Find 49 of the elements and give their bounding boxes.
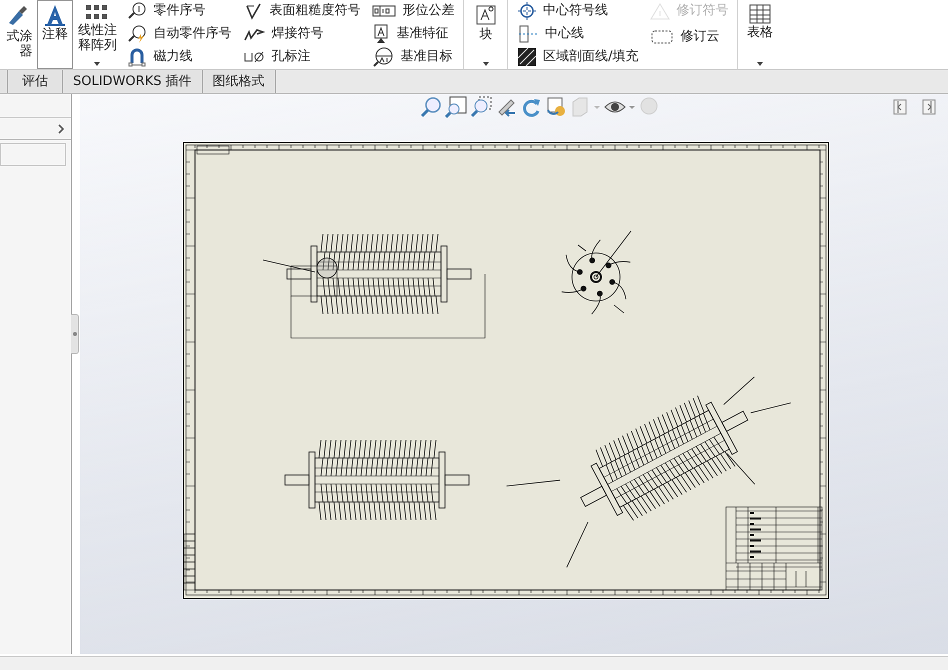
centerline-icon (517, 24, 540, 44)
table-icon (748, 3, 772, 25)
zoom-to-fit-icon[interactable] (420, 96, 442, 118)
zoom-area-icon[interactable] (445, 96, 467, 118)
warning-triangle-icon (650, 2, 670, 20)
ribbon-tool-button[interactable]: 区域剖面线/填充 (517, 46, 638, 68)
ribbon-tab[interactable]: 评估 (8, 70, 63, 93)
letter-a-icon (42, 3, 67, 27)
auto-balloon-icon (127, 25, 148, 43)
ribbon-button[interactable]: 线性注释阵列 (73, 0, 122, 69)
input-field[interactable] (0, 143, 66, 166)
weld-symbol-icon (243, 26, 266, 42)
datum-target-icon (372, 47, 394, 67)
ribbon-button[interactable]: 块 (467, 0, 504, 69)
ribbon-tool-button[interactable]: 表面粗糙度符号 (243, 0, 360, 22)
panel-collapse-handle[interactable] (71, 314, 79, 354)
ribbon-tool-button[interactable]: 形位公差 (372, 0, 454, 22)
zoom-selection-icon[interactable] (470, 96, 492, 118)
ribbon-tool-button[interactable]: 零件序号 (127, 0, 232, 22)
ribbon-button[interactable]: 式涂 器 (0, 0, 37, 69)
panel-left-icon[interactable] (893, 99, 907, 115)
ribbon-tool-button[interactable]: 修订云 (650, 26, 728, 48)
ribbon-tool-button[interactable]: 基准特征 (372, 23, 454, 45)
ribbon-tool-button[interactable]: 基准目标 (372, 46, 454, 68)
hole-callout-icon (243, 50, 266, 64)
ribbon-tab[interactable]: 图纸格式 (202, 70, 276, 93)
caret-icon[interactable] (756, 62, 763, 66)
hatch-icon (517, 47, 538, 67)
ribbon-button[interactable]: 表格 (741, 0, 778, 69)
update-view-icon[interactable] (545, 96, 567, 118)
ribbon-tool-button[interactable]: 孔标注 (243, 46, 360, 68)
rotate-icon[interactable] (520, 96, 542, 118)
block-icon (474, 3, 497, 27)
ribbon-tool-button[interactable]: 自动零件序号 (127, 23, 232, 45)
ribbon-tab[interactable]: SOLIDWORKS 插件 (63, 70, 203, 93)
panel-right-icon[interactable] (922, 99, 936, 115)
center-mark-icon (517, 1, 538, 21)
magnet-icon (127, 47, 148, 67)
datum-feature-icon (372, 24, 390, 44)
ribbon-tool-button[interactable]: 中心符号线 (517, 0, 638, 22)
caret-icon[interactable] (94, 62, 100, 66)
caret-icon[interactable] (482, 62, 489, 66)
tolerance-frame-icon (372, 4, 396, 18)
ribbon-tool-button[interactable]: 中心线 (517, 23, 638, 45)
chevron-right-icon[interactable] (58, 124, 64, 134)
revision-cloud-icon (650, 29, 674, 45)
ribbon-button[interactable]: 注释 (36, 0, 74, 69)
ribbon-tool-button[interactable]: 磁力线 (127, 46, 232, 68)
ribbon-tool-button[interactable]: 焊接符号 (243, 23, 360, 45)
